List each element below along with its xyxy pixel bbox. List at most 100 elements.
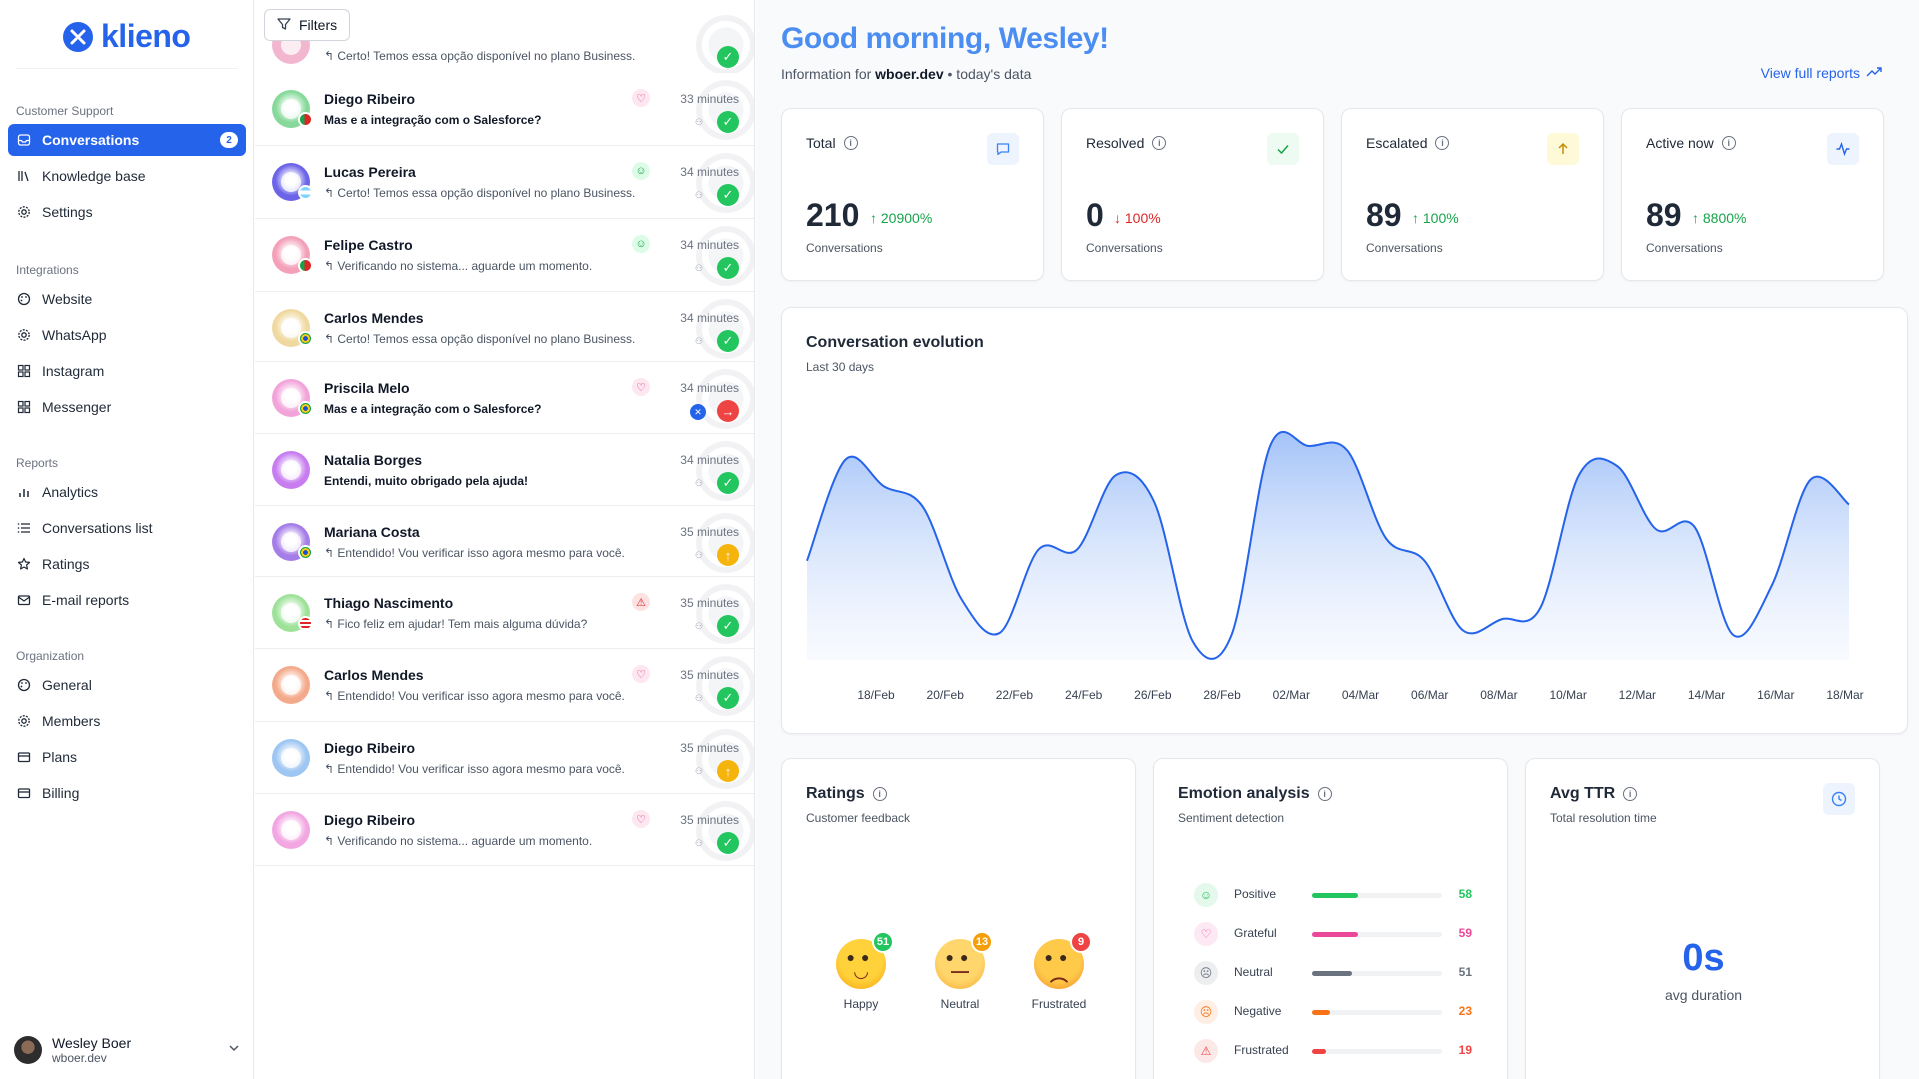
chevron-down-icon[interactable] xyxy=(228,1041,240,1059)
stat-card-total: Total i 210 ↑ 20900% Conversations xyxy=(781,108,1044,281)
contact-name: Natalia Borges xyxy=(324,452,423,468)
card-subtitle: Total resolution time xyxy=(1550,811,1657,825)
conversation-last-message: Entendi, muito obrigado pela ajuda! xyxy=(324,474,529,488)
contact-name: Carlos Mendes xyxy=(324,667,424,683)
list-item[interactable]: Diego Ribeiro Mas e a integração com o Sa… xyxy=(255,73,754,146)
filters-button[interactable]: Filters xyxy=(264,9,351,41)
sidebar-item-general[interactable]: General xyxy=(8,669,246,701)
dashboard: Good morning, Wesley! Information for wb… xyxy=(756,0,1919,1079)
avg-ttr-card: Avg TTR i Total resolution time 0s avg du… xyxy=(1525,758,1880,1079)
warning-icon: ⚠ xyxy=(1194,1039,1218,1063)
reply-icon: ↰ xyxy=(324,186,338,200)
heart-icon: ♡ xyxy=(632,810,650,828)
sidebar-item-website[interactable]: Website xyxy=(8,283,246,315)
rating-count-badge: 13 xyxy=(971,931,993,953)
emotion-row: ☺ Positive 58 xyxy=(1194,883,1472,907)
resolved-check-icon: ✓ xyxy=(717,184,739,206)
info-icon[interactable]: i xyxy=(1317,787,1332,801)
list-item[interactable]: Lucas Pereira ↰ Certo! Temos essa opção d… xyxy=(255,146,754,219)
logo-text: klieno xyxy=(101,18,191,54)
neutral-emoji-icon: ●● —13 xyxy=(935,931,993,989)
avatar xyxy=(272,666,310,704)
filters-label: Filters xyxy=(299,17,338,33)
arrow-up-icon: ↑ xyxy=(1692,210,1703,226)
sidebar-item-conversations-list[interactable]: Conversations list xyxy=(8,512,246,544)
card-subtitle: Sentiment detection xyxy=(1178,811,1285,825)
heart-icon: ♡ xyxy=(1194,922,1218,946)
info-icon[interactable]: i xyxy=(1152,136,1167,150)
user-agent-icon: ⚇ xyxy=(694,692,704,703)
sidebar-item-label: General xyxy=(42,677,92,693)
avatar xyxy=(272,739,310,777)
library-icon xyxy=(16,168,32,184)
stat-value: 0 xyxy=(1086,197,1104,233)
sidebar-item-conversations[interactable]: Conversations 2 xyxy=(8,124,246,156)
list-item[interactable]: Carlos Mendes ↰ Entendido! Vou verificar … xyxy=(255,649,754,722)
watermark-logo xyxy=(691,651,754,721)
reply-icon: ↰ xyxy=(324,259,338,273)
list-item[interactable]: Natalia Borges Entendi, muito obrigado pe… xyxy=(255,434,754,506)
view-full-reports-link[interactable]: View full reports xyxy=(1761,65,1882,81)
info-icon[interactable]: i xyxy=(1623,787,1638,801)
list-item[interactable]: Priscila Melo Mas e a integração com o Sa… xyxy=(255,362,754,434)
page-title: Good morning, Wesley! xyxy=(781,22,1109,55)
grid-icon xyxy=(16,399,32,415)
sidebar-item-members[interactable]: Members xyxy=(8,705,246,737)
contact-name: Lucas Pereira xyxy=(324,164,416,180)
stat-label: Escalated i xyxy=(1366,135,1450,151)
sidebar-item-ratings[interactable]: Ratings xyxy=(8,548,246,580)
emotion-bar-track xyxy=(1312,893,1442,898)
list-item[interactable]: Diego Ribeiro ↰ Entendido! Vou verificar … xyxy=(255,722,754,794)
conversation-time: 33 minutes xyxy=(680,92,739,106)
user-menu[interactable]: Wesley Boer wboer.dev xyxy=(14,1032,240,1068)
list-item[interactable]: Carlos Mendes ↰ Certo! Temos essa opção d… xyxy=(255,292,754,364)
stat-caption: Conversations xyxy=(1646,241,1723,255)
list-item[interactable]: Diego Ribeiro ↰ Verificando no sistema...… xyxy=(255,794,754,866)
sidebar-item-settings[interactable]: Settings xyxy=(8,196,246,228)
info-icon[interactable]: i xyxy=(843,136,858,150)
frustrated-emoji-icon: ●● ︵ 9 xyxy=(1034,931,1092,989)
page-subtitle: Information for wboer.dev • today's data xyxy=(781,66,1032,82)
rating-label: Neutral xyxy=(940,997,980,1011)
reply-icon: ↰ xyxy=(324,689,338,703)
escalated-arrow-icon: ↑ xyxy=(717,544,739,566)
resolved-check-icon: ✓ xyxy=(717,472,739,494)
sidebar-item-knowledge-base[interactable]: Knowledge base xyxy=(8,160,246,192)
info-icon[interactable]: i xyxy=(1721,136,1736,150)
conversation-last-message: Mas e a integração com o Salesforce? xyxy=(324,113,542,127)
x-tick-label: 26/Feb xyxy=(1134,688,1172,702)
activity-icon xyxy=(1827,133,1859,165)
sidebar-item-instagram[interactable]: Instagram xyxy=(8,355,246,387)
sidebar-item-label: Messenger xyxy=(42,399,112,415)
sidebar-item-whatsapp[interactable]: WhatsApp xyxy=(8,319,246,351)
conversation-time: 35 minutes xyxy=(680,668,739,682)
section-title: Integrations xyxy=(16,263,79,277)
smile-icon: ☺ xyxy=(632,162,650,180)
star-icon xyxy=(16,556,32,572)
sidebar-item-billing[interactable]: Billing xyxy=(8,777,246,809)
sidebar-item-e-mail-reports[interactable]: E-mail reports xyxy=(8,584,246,616)
conversation-evolution-card: Conversation evolution Last 30 days 18/F… xyxy=(781,307,1908,734)
contact-name: Thiago Nascimento xyxy=(324,595,454,611)
rating-label: Happy xyxy=(843,997,879,1011)
resolved-check-icon: ✓ xyxy=(717,687,739,709)
info-icon[interactable]: i xyxy=(1435,136,1450,150)
info-icon[interactable]: i xyxy=(872,787,887,801)
portugal-flag-icon xyxy=(298,112,313,127)
sidebar-item-messenger[interactable]: Messenger xyxy=(8,391,246,423)
emotion-row: ☹ Neutral 51 xyxy=(1194,961,1472,985)
conversation-last-message: ↰ Certo! Temos essa opção disponível no … xyxy=(324,332,636,346)
sidebar-item-plans[interactable]: Plans xyxy=(8,741,246,773)
contact-name: Carlos Mendes xyxy=(324,310,424,326)
grid-icon xyxy=(16,363,32,379)
stat-card-escalated: Escalated i 89 ↑ 100% Conversations xyxy=(1341,108,1604,281)
conversation-list: Filters ↰ Certo! Temos essa opção dispon… xyxy=(255,0,755,1079)
sidebar-item-analytics[interactable]: Analytics xyxy=(8,476,246,508)
list-item[interactable]: Mariana Costa ↰ Entendido! Vou verificar … xyxy=(255,506,754,578)
contact-name: Diego Ribeiro xyxy=(324,740,416,756)
logo[interactable]: klieno xyxy=(63,18,191,55)
list-item[interactable]: Thiago Nascimento ↰ Fico feliz em ajudar!… xyxy=(255,577,754,649)
emotion-value: 59 xyxy=(1458,926,1472,940)
list-item[interactable]: Felipe Castro ↰ Verificando no sistema...… xyxy=(255,219,754,292)
resolved-check-icon: ✓ xyxy=(717,111,739,133)
